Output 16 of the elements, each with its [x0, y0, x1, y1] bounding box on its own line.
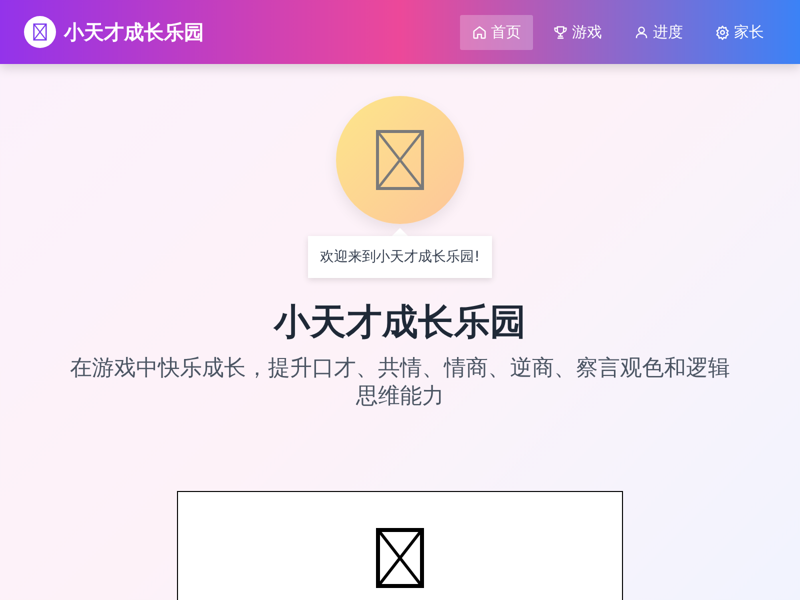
nav-tab[interactable]: 家长 [703, 14, 776, 50]
site-title: 小天才成长乐园 [64, 18, 204, 46]
image-placeholder-icon [376, 528, 424, 588]
image-placeholder-icon [376, 130, 424, 190]
image-placeholder-icon [33, 23, 47, 41]
hero-subtitle: 在游戏中快乐成长，提升口才、共情、情商、逆商、察言观色和逻辑思维能力 [69, 354, 731, 411]
trophy-icon [553, 24, 568, 40]
settings-icon [715, 24, 730, 40]
nav-tab[interactable]: 游戏 [541, 14, 614, 50]
home-icon [472, 24, 487, 40]
nav-tab[interactable]: 首页 [460, 14, 533, 50]
nav-tab[interactable]: 进度 [622, 14, 695, 50]
bubble-pointer [392, 228, 408, 236]
speech-bubble: 欢迎来到小天才成长乐园! [308, 236, 492, 278]
user-icon [634, 24, 649, 40]
hero-title: 小天才成长乐园 [274, 301, 526, 345]
